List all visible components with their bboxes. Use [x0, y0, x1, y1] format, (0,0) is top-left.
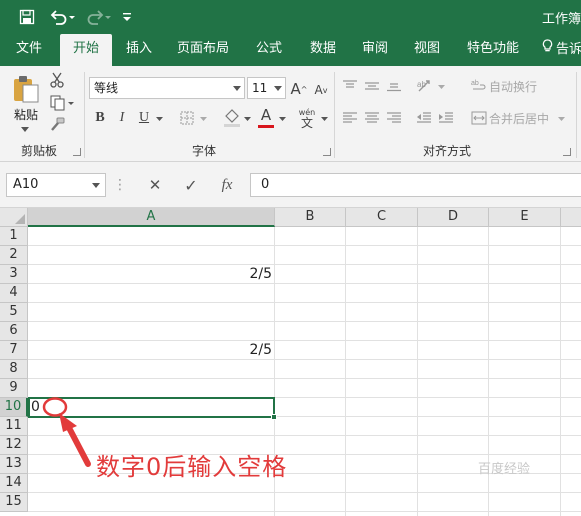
- font-color-button[interactable]: A: [256, 106, 276, 130]
- font-group-label: 字体: [191, 144, 216, 158]
- ribbon: 粘贴 剪贴板 等线 11 A ^ Av B I U A wén 文 字体 ab …: [0, 66, 581, 162]
- align-middle-icon[interactable]: [362, 78, 382, 94]
- orientation-dropdown-icon[interactable]: [436, 82, 446, 92]
- alignment-launcher-icon[interactable]: [563, 148, 571, 156]
- formula-bar: A10 ⋮ ✕ ✓ fx 0: [0, 162, 581, 208]
- tab-special-features[interactable]: 特色功能: [462, 34, 524, 66]
- italic-button[interactable]: I: [114, 108, 130, 128]
- font-launcher-icon[interactable]: [323, 148, 331, 156]
- paste-button[interactable]: 粘贴: [6, 106, 46, 122]
- tab-insert[interactable]: 插入: [118, 34, 160, 66]
- align-right-icon[interactable]: [384, 110, 404, 126]
- fill-color-dropdown-icon[interactable]: [242, 114, 252, 124]
- increase-indent-icon[interactable]: [436, 110, 456, 126]
- borders-icon[interactable]: [178, 109, 196, 127]
- title-bar: 工作簿: [0, 0, 581, 34]
- merge-center-icon[interactable]: [470, 109, 488, 127]
- align-top-icon[interactable]: [340, 78, 360, 94]
- undo-icon[interactable]: [48, 7, 78, 27]
- copy-icon[interactable]: [48, 94, 76, 112]
- chevron-down-icon: [92, 183, 100, 188]
- phonetic-dropdown-icon[interactable]: [319, 114, 329, 124]
- font-color-label: A: [260, 106, 272, 124]
- lightbulb-icon: [542, 35, 553, 65]
- paste-icon[interactable]: [8, 72, 44, 106]
- cancel-entry-button[interactable]: ✕: [140, 173, 170, 197]
- insert-function-button[interactable]: fx: [212, 173, 242, 197]
- chevron-down-icon: [233, 86, 241, 91]
- wrap-text-icon[interactable]: ab: [470, 77, 488, 95]
- window-title: 工作簿: [541, 12, 581, 27]
- fill-color-icon[interactable]: [222, 107, 242, 129]
- tab-tell-me[interactable]: 告诉: [542, 34, 581, 66]
- paste-dropdown-icon[interactable]: [18, 124, 32, 134]
- tab-file[interactable]: 文件: [8, 34, 50, 66]
- group-divider: [84, 72, 85, 158]
- phonetic-char: 文: [300, 116, 313, 130]
- group-divider: [334, 72, 335, 158]
- decrease-font-size-button[interactable]: Av: [312, 81, 330, 99]
- align-center-icon[interactable]: [362, 110, 382, 126]
- tab-review[interactable]: 审阅: [354, 34, 396, 66]
- underline-button[interactable]: U: [136, 108, 152, 128]
- chevron-down-icon: [274, 86, 282, 91]
- formula-input[interactable]: 0: [250, 173, 581, 197]
- font-size-value: 11: [252, 81, 268, 95]
- wrap-text-button[interactable]: 自动换行: [489, 77, 547, 95]
- bold-button[interactable]: B: [92, 108, 108, 128]
- name-box-value: A10: [13, 177, 39, 192]
- watermark: 百度经验: [478, 462, 531, 477]
- alignment-group-label: 对齐方式: [422, 144, 471, 158]
- confirm-entry-button[interactable]: ✓: [176, 173, 206, 197]
- formula-bar-grip-icon: ⋮: [113, 177, 127, 193]
- cut-icon[interactable]: [48, 71, 66, 89]
- phonetic-guide-button[interactable]: wén 文: [296, 106, 318, 130]
- name-box[interactable]: A10: [6, 173, 106, 197]
- tell-me-label: 告诉: [556, 42, 581, 57]
- clipboard-group-label: 剪贴板: [20, 144, 57, 158]
- merge-center-button[interactable]: 合并后居中: [489, 109, 551, 127]
- tab-page-layout[interactable]: 页面布局: [172, 34, 234, 66]
- ribbon-tabs: 文件 开始 插入 页面布局 公式 数据 审阅 视图 特色功能 告诉: [0, 34, 581, 66]
- increase-font-size-button[interactable]: A ^: [290, 79, 308, 99]
- svg-text:ab: ab: [471, 80, 479, 87]
- tab-view[interactable]: 视图: [406, 34, 448, 66]
- merge-dropdown-icon[interactable]: [556, 114, 566, 124]
- grow-font-label: A: [290, 80, 301, 98]
- clipboard-launcher-icon[interactable]: [73, 148, 81, 156]
- annotation-text: 数字0后输入空格: [96, 453, 288, 481]
- underline-dropdown-icon[interactable]: [154, 114, 164, 124]
- redo-icon[interactable]: [84, 7, 114, 27]
- font-color-swatch: [258, 125, 274, 128]
- save-icon[interactable]: [16, 7, 38, 27]
- tab-data[interactable]: 数据: [302, 34, 344, 66]
- font-color-dropdown-icon[interactable]: [277, 114, 287, 124]
- shrink-font-label: A: [314, 83, 323, 97]
- decrease-indent-icon[interactable]: [414, 110, 434, 126]
- font-name-value: 等线: [94, 81, 119, 95]
- customize-icon[interactable]: [120, 7, 134, 27]
- font-size-select[interactable]: 11: [247, 77, 286, 99]
- align-bottom-icon[interactable]: [384, 78, 404, 94]
- format-painter-icon[interactable]: [48, 116, 66, 134]
- group-divider: [576, 72, 577, 158]
- borders-dropdown-icon[interactable]: [198, 114, 208, 124]
- tab-home[interactable]: 开始: [60, 34, 112, 66]
- tab-formulas[interactable]: 公式: [248, 34, 290, 66]
- font-name-select[interactable]: 等线: [89, 77, 245, 99]
- orientation-icon[interactable]: ab: [414, 77, 436, 95]
- align-left-icon[interactable]: [340, 110, 360, 126]
- svg-text:ab: ab: [417, 80, 426, 89]
